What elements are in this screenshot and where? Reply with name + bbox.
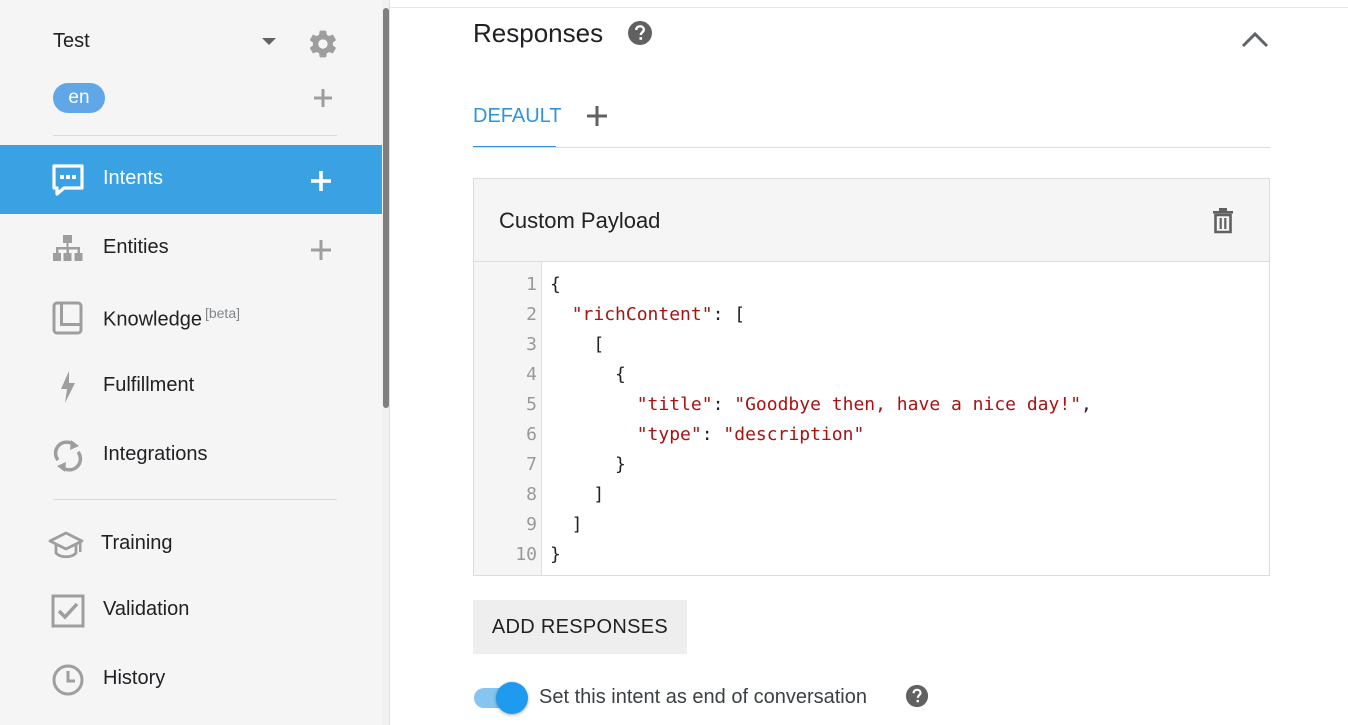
- end-conversation-toggle[interactable]: [474, 682, 528, 712]
- language-chip[interactable]: en: [53, 83, 105, 113]
- section-title: Responses: [473, 18, 603, 49]
- sidebar-item-label: Integrations: [103, 443, 208, 466]
- sidebar-item-training[interactable]: Training: [0, 510, 382, 579]
- code-line[interactable]: 7 }: [474, 450, 1269, 480]
- code-line[interactable]: 1{: [474, 270, 1269, 300]
- caret-down-icon[interactable]: [262, 38, 276, 45]
- graduation-cap-icon: [48, 527, 84, 563]
- sidebar-item-label: Fulfillment: [103, 374, 194, 397]
- code-line[interactable]: 2 "richContent": [: [474, 300, 1269, 330]
- sidebar-scrollbar[interactable]: [382, 0, 390, 725]
- hierarchy-icon: [50, 231, 86, 267]
- sidebar-item-label: Intents: [103, 167, 163, 190]
- toggle-knob: [496, 682, 528, 714]
- add-tab-icon[interactable]: [585, 104, 609, 128]
- tab-default[interactable]: DEFAULT: [473, 105, 562, 128]
- code-line[interactable]: 5 "title": "Goodbye then, have a nice da…: [474, 390, 1269, 420]
- sidebar-item-label: Validation: [103, 598, 189, 621]
- add-entity-icon[interactable]: [309, 238, 333, 262]
- gear-icon[interactable]: [307, 28, 339, 60]
- code-line[interactable]: 4 {: [474, 360, 1269, 390]
- lightning-icon: [50, 369, 86, 405]
- add-responses-button[interactable]: ADD RESPONSES: [473, 600, 687, 654]
- sidebar: Test en Intents Entities: [0, 0, 382, 725]
- code-line[interactable]: 10}: [474, 540, 1269, 570]
- sidebar-item-history[interactable]: History: [0, 645, 382, 714]
- scrollbar-thumb[interactable]: [383, 8, 389, 408]
- top-divider: [390, 7, 1348, 8]
- sidebar-item-integrations[interactable]: Integrations: [0, 421, 382, 490]
- sidebar-divider: [53, 135, 337, 136]
- agent-name: Test: [53, 30, 90, 53]
- checkbox-icon: [50, 593, 86, 629]
- help-icon[interactable]: [905, 684, 929, 708]
- sidebar-divider: [53, 499, 337, 500]
- add-language-icon[interactable]: [312, 87, 334, 109]
- agent-selector[interactable]: Test: [53, 28, 343, 56]
- sidebar-item-fulfillment[interactable]: Fulfillment: [0, 352, 382, 421]
- sidebar-item-label: Training: [101, 532, 173, 555]
- code-line[interactable]: 8 ]: [474, 480, 1269, 510]
- sidebar-item-label: Knowledge[beta]: [103, 305, 240, 332]
- sidebar-item-validation[interactable]: Validation: [0, 576, 382, 645]
- trash-icon[interactable]: [1210, 207, 1236, 235]
- sidebar-item-label: History: [103, 667, 165, 690]
- chevron-up-icon[interactable]: [1240, 28, 1270, 50]
- language-row: en: [53, 83, 343, 113]
- payload-title: Custom Payload: [499, 208, 660, 234]
- book-icon: [50, 300, 86, 336]
- sidebar-item-knowledge[interactable]: Knowledge[beta]: [0, 283, 382, 352]
- chat-bubble-icon: [50, 162, 86, 198]
- sidebar-item-intents[interactable]: Intents: [0, 145, 382, 214]
- help-icon[interactable]: [627, 20, 653, 46]
- end-conversation-label: Set this intent as end of conversation: [539, 686, 867, 709]
- beta-badge: [beta]: [205, 305, 240, 321]
- code-line[interactable]: 3 [: [474, 330, 1269, 360]
- tab-divider: [473, 147, 1270, 148]
- sync-icon: [50, 438, 86, 474]
- payload-header: Custom Payload: [474, 179, 1269, 262]
- code-line[interactable]: 6 "type": "description": [474, 420, 1269, 450]
- custom-payload-card: Custom Payload 1{ 2 "richContent": [ 3 […: [473, 178, 1270, 576]
- sidebar-item-label: Entities: [103, 236, 169, 259]
- clock-icon: [50, 662, 86, 698]
- code-line[interactable]: 9 ]: [474, 510, 1269, 540]
- add-intent-icon[interactable]: [309, 169, 333, 193]
- sidebar-item-entities[interactable]: Entities: [0, 214, 382, 283]
